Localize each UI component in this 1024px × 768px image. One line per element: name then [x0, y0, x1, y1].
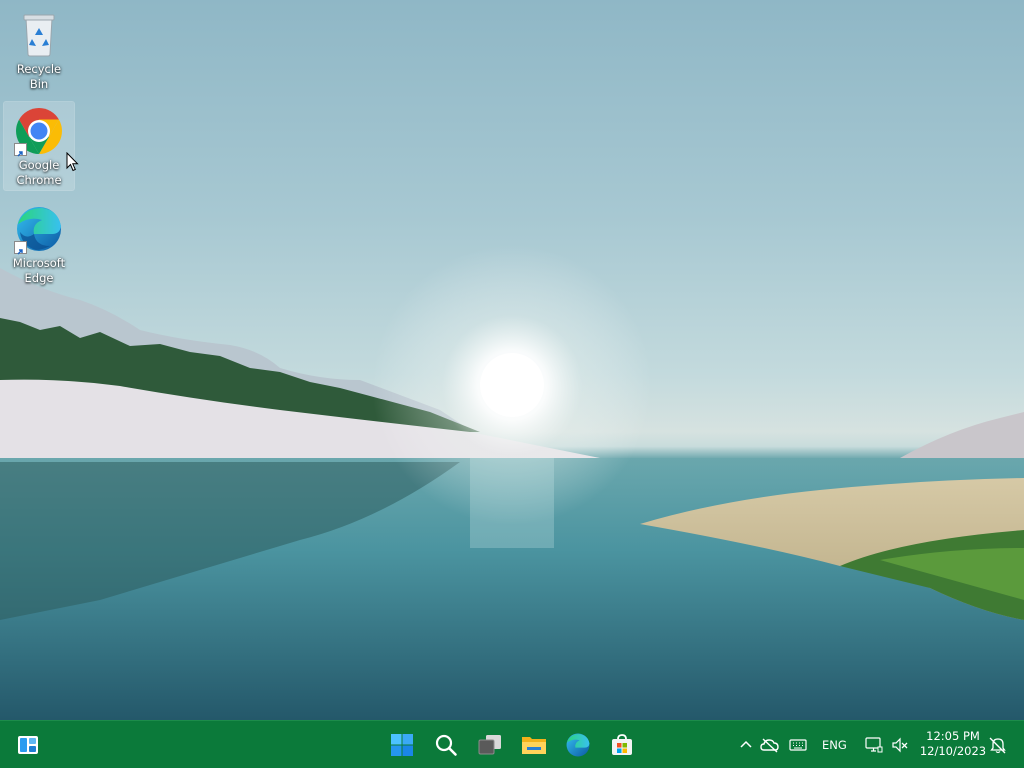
shortcut-arrow-icon [14, 143, 27, 157]
onedrive-offline-icon [760, 738, 779, 753]
desktop-icon-google-chrome[interactable]: Google Chrome [3, 101, 75, 191]
volume-button[interactable] [888, 727, 912, 763]
task-view-button[interactable] [472, 727, 508, 763]
clock-date: 12/10/2023 [919, 744, 987, 758]
widgets-button[interactable] [10, 727, 46, 763]
desktop[interactable]: Recycle Bin Google Chrome Microsoft Edge [0, 0, 1024, 720]
wallpaper [0, 245, 1024, 720]
recycle-bin-icon [14, 10, 64, 60]
chrome-icon [14, 106, 64, 157]
edge-taskbar-button[interactable] [560, 727, 596, 763]
desktop-icon-label: Recycle Bin [16, 62, 62, 91]
language-indicator[interactable]: ENG [822, 738, 847, 752]
task-view-icon [478, 735, 501, 755]
show-hidden-icons-button[interactable] [736, 727, 756, 763]
taskbar: ENG 12:05 PM 12/10/2023 [0, 720, 1024, 768]
chevron-up-icon [740, 740, 752, 748]
edge-icon [14, 204, 64, 255]
edge-icon [566, 733, 590, 757]
desktop-icon-recycle-bin[interactable]: Recycle Bin [4, 6, 74, 94]
shortcut-arrow-icon [14, 241, 27, 255]
microsoft-store-button[interactable] [604, 727, 640, 763]
desktop-icon-label: Microsoft Edge [12, 256, 66, 285]
notifications-button[interactable] [986, 727, 1010, 763]
network-icon [865, 737, 883, 753]
file-explorer-button[interactable] [516, 727, 552, 763]
desktop-icon-label: Google Chrome [16, 158, 62, 187]
touch-keyboard-button[interactable] [786, 727, 810, 763]
notification-bell-icon [989, 737, 1006, 754]
keyboard-icon [789, 739, 807, 751]
clock[interactable]: 12:05 PM 12/10/2023 [918, 729, 988, 759]
microsoft-store-icon [612, 734, 632, 755]
file-explorer-icon [522, 737, 546, 754]
desktop-icon-microsoft-edge[interactable]: Microsoft Edge [4, 200, 74, 288]
search-button[interactable] [428, 727, 464, 763]
start-button[interactable] [384, 727, 420, 763]
clock-time: 12:05 PM [926, 729, 980, 743]
network-button[interactable] [862, 727, 886, 763]
volume-muted-icon [892, 737, 908, 753]
start-icon [391, 734, 413, 756]
widgets-icon [18, 736, 38, 754]
search-icon [435, 734, 457, 756]
onedrive-button[interactable] [758, 727, 782, 763]
mouse-pointer-icon [66, 152, 79, 172]
